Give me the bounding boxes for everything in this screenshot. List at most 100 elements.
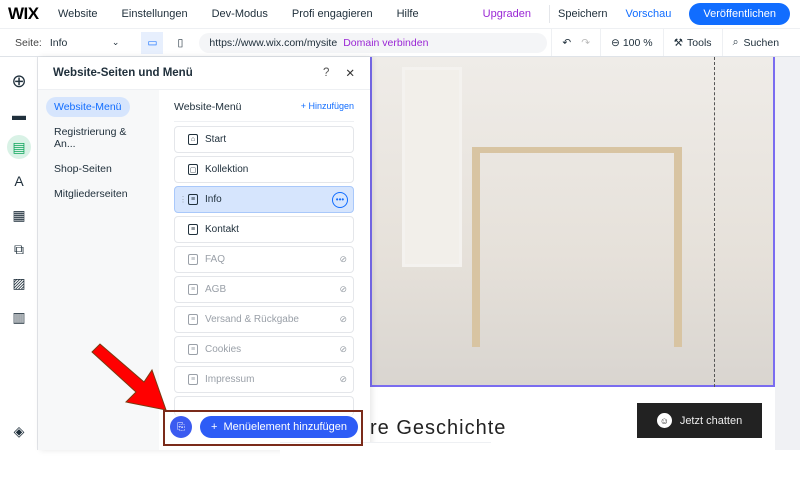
category-member-pages[interactable]: Mitgliederseiten	[46, 184, 151, 204]
search-label: Suchen	[743, 36, 780, 49]
site-section: re Geschichte ☺ Jetzt chatten	[370, 387, 775, 450]
list-item[interactable]: ⌂ Start	[174, 126, 354, 153]
page-name: Impressum	[205, 374, 255, 385]
zoom-control[interactable]: ⊖ 100 %	[600, 29, 663, 56]
bag-icon: ▢	[188, 164, 198, 175]
sections-icon[interactable]: ▬	[7, 103, 31, 127]
page-name: Kollektion	[205, 164, 249, 175]
pages-list: Website-Menü + Hinzufügen ⌂ Start ▢ Kollekt…	[159, 90, 491, 483]
zoom-out-icon[interactable]: ⊖	[611, 37, 620, 49]
panel-title: Website-Seiten und Menü	[53, 67, 193, 79]
drag-handle-icon[interactable]: ⋮	[179, 195, 187, 204]
close-icon[interactable]: ✕	[345, 66, 355, 80]
more-options-icon[interactable]: •••	[332, 191, 348, 208]
menu-hire-pro[interactable]: Profi engagieren	[292, 8, 373, 20]
panel-footer	[280, 442, 491, 483]
page-icon: ≡	[188, 344, 198, 355]
mobile-icon[interactable]: ▯	[169, 37, 191, 49]
cms-icon[interactable]: ▥	[7, 305, 31, 329]
section-heading: re Geschichte	[370, 417, 507, 439]
menu-help[interactable]: Hilfe	[397, 8, 419, 20]
editor-toolbar: Seite: Info ⌄ ▭ ▯ https://www.wix.com/my…	[0, 28, 800, 57]
page-icon: ≡	[188, 254, 198, 265]
add-menu-item-button[interactable]: + Menüelement hinzufügen	[200, 416, 358, 438]
business-apps-icon[interactable]: ⧉	[7, 237, 31, 261]
menu-dev-mode[interactable]: Dev-Modus	[212, 8, 268, 20]
undo-icon[interactable]: ↶	[562, 37, 571, 49]
page-name: Info	[205, 194, 222, 205]
page-icon: ≡	[188, 374, 198, 385]
category-shop-pages[interactable]: Shop-Seiten	[46, 159, 151, 179]
page-selector[interactable]: Info	[50, 37, 110, 49]
page-name: Kontakt	[205, 224, 239, 235]
add-elements-icon[interactable]: ⊕	[7, 69, 31, 93]
list-item[interactable]: ▢ Kollektion	[174, 156, 354, 183]
panel-header: Website-Seiten und Menü ? ✕	[38, 57, 370, 90]
list-item[interactable]: ≡ AGB ⊘	[174, 276, 354, 303]
menu-website[interactable]: Website	[58, 8, 98, 20]
page-name: Start	[205, 134, 227, 145]
undo-redo: ↶ ↷	[551, 29, 600, 56]
tools-button[interactable]: ⚒ Tools	[662, 29, 722, 56]
connect-domain-link[interactable]: Domain verbinden	[343, 37, 428, 49]
list-item[interactable]: ≡ Kontakt	[174, 216, 354, 243]
plus-icon: +	[211, 421, 218, 433]
chevron-down-icon[interactable]: ⌄	[112, 37, 120, 48]
help-icon[interactable]: ?	[323, 67, 329, 79]
page-name: AGB	[205, 284, 227, 295]
tools-label: Tools	[687, 36, 712, 49]
url-bar: https://www.wix.com/mysite Domain verbin…	[199, 32, 548, 53]
tools-icon: ⚒	[673, 36, 684, 49]
apps-grid-icon[interactable]: ▦	[7, 203, 31, 227]
layers-icon[interactable]: ◈	[7, 419, 31, 443]
save-button[interactable]: Speichern	[558, 8, 608, 20]
category-website-menu[interactable]: Website-Menü	[46, 97, 130, 117]
hero-image[interactable]	[370, 57, 775, 387]
grid-guide	[714, 57, 715, 387]
media-icon[interactable]: ▨	[7, 271, 31, 295]
list-header: Website-Menü + Hinzufügen	[174, 101, 354, 122]
category-registration[interactable]: Registrierung & An...	[46, 122, 151, 154]
list-item[interactable]: ⋮ ≡ Info •••	[174, 186, 354, 213]
publish-button[interactable]: Veröffentlichen	[689, 3, 790, 25]
add-page-icon-button[interactable]: ⎘	[170, 416, 192, 438]
red-arrow-annotation	[91, 343, 167, 411]
page-icon: ≡	[188, 194, 198, 205]
search-icon: ⌕	[732, 36, 739, 48]
desktop-icon[interactable]: ▭	[141, 31, 164, 54]
pages-icon[interactable]: ▤	[7, 135, 31, 159]
eye-off-icon[interactable]: ⊘	[339, 254, 347, 265]
chat-label: Jetzt chatten	[679, 414, 743, 427]
eye-off-icon[interactable]: ⊘	[339, 314, 347, 325]
page-name: Cookies	[205, 344, 242, 355]
page-name: FAQ	[205, 254, 226, 265]
upgrade-link[interactable]: Upgraden	[483, 8, 531, 20]
design-icon[interactable]: A	[7, 169, 31, 193]
divider	[549, 5, 550, 23]
page-name: Versand & Rückgabe	[205, 314, 299, 325]
list-item[interactable]: ≡ Versand & Rückgabe ⊘	[174, 306, 354, 333]
add-page-link[interactable]: + Hinzufügen	[301, 101, 354, 113]
search-button[interactable]: ⌕ Suchen	[721, 29, 790, 56]
page-label: Seite:	[15, 36, 42, 49]
smiley-icon: ☺	[656, 413, 672, 428]
left-rail: ⊕ ▬ ▤ A ▦ ⧉ ▨ ▥ ◈	[0, 57, 38, 450]
canvas-margin	[775, 57, 800, 450]
eye-off-icon[interactable]: ⊘	[339, 374, 347, 385]
list-item[interactable]: ≡ Cookies ⊘	[174, 336, 354, 363]
wix-logo[interactable]: WIX	[8, 4, 58, 24]
shelf-image	[402, 67, 462, 267]
top-bar: WIX Website Einstellungen Dev-Modus Prof…	[0, 0, 800, 28]
page-icon: ≡	[188, 314, 198, 325]
clothes-rack-image	[472, 147, 682, 347]
eye-off-icon[interactable]: ⊘	[339, 344, 347, 355]
preview-button[interactable]: Vorschau	[626, 8, 672, 20]
redo-icon[interactable]: ↷	[581, 37, 590, 49]
list-item[interactable]: ≡ FAQ ⊘	[174, 246, 354, 273]
site-url: https://www.wix.com/mysite	[209, 36, 338, 49]
menu-settings[interactable]: Einstellungen	[122, 8, 188, 20]
chat-button[interactable]: ☺ Jetzt chatten	[637, 403, 762, 438]
eye-off-icon[interactable]: ⊘	[339, 284, 347, 295]
list-item[interactable]: ≡ Impressum ⊘	[174, 366, 354, 393]
page-icon: ≡	[188, 224, 198, 235]
